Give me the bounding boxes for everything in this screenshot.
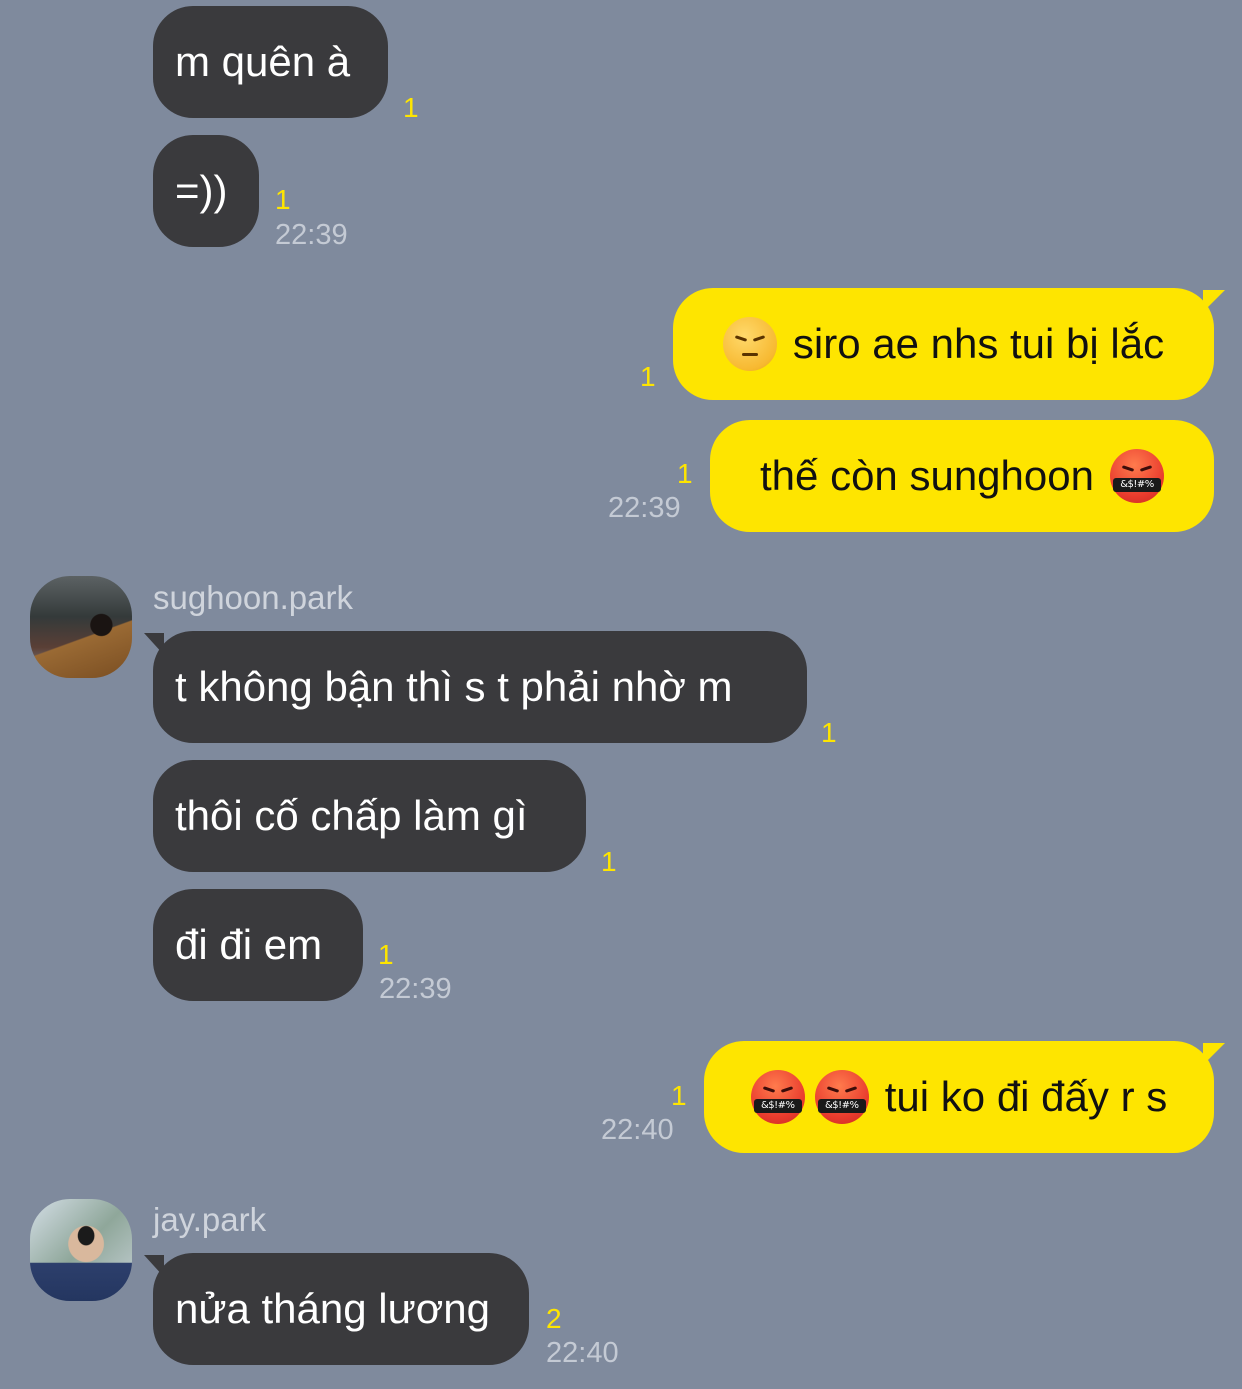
unread-count: 1 [403, 92, 419, 123]
message-bubble[interactable]: m quên à [153, 6, 388, 118]
message-bubble[interactable]: nửa tháng lương [153, 1253, 529, 1365]
sender-name: sughoon.park [153, 579, 353, 616]
message-bubble[interactable]: thế còn sunghoon &$!#% [710, 420, 1214, 532]
message-time: 22:39 [275, 219, 348, 251]
message-text: m quên à [175, 38, 351, 85]
message-text: đi đi em [175, 921, 323, 968]
avatar[interactable] [30, 1199, 132, 1301]
message-bubble[interactable]: thôi cố chấp làm gì [153, 760, 586, 872]
message-bubble[interactable]: =)) [153, 135, 259, 247]
message-time: 22:39 [608, 492, 681, 524]
message-bubble[interactable]: siro ae nhs tui bị lắc [673, 288, 1214, 400]
unread-count: 1 [821, 717, 837, 748]
message-bubble[interactable]: đi đi em [153, 889, 363, 1001]
face-with-symbols-on-mouth-icon: &$!#% [814, 1070, 869, 1124]
message-text: siro ae nhs tui bị lắc [792, 320, 1165, 367]
unread-count: 1 [640, 361, 656, 392]
message-text: thôi cố chấp làm gì [175, 792, 528, 839]
message-text: thế còn sunghoon [760, 452, 1094, 499]
message-text: nửa tháng lương [175, 1285, 490, 1332]
unread-count: 1 [601, 846, 617, 877]
unread-count: 1 [378, 939, 394, 970]
sender-name: jay.park [153, 1201, 267, 1238]
message-bubble[interactable]: t không bận thì s t phải nhờ m [153, 631, 807, 743]
message-time: 22:40 [546, 1337, 619, 1369]
pensive-face-icon [722, 317, 777, 371]
message-text: =)) [175, 167, 228, 214]
message-text: t không bận thì s t phải nhờ m [175, 663, 733, 710]
bubble-tail [1203, 1043, 1225, 1065]
face-with-symbols-on-mouth-icon: &$!#% [1109, 449, 1164, 503]
face-with-symbols-on-mouth-icon: &$!#% [750, 1070, 805, 1124]
unread-count: 1 [677, 458, 693, 489]
message-bubble[interactable]: &$!#% &$!#% tui ko đi đấy r s [704, 1041, 1214, 1153]
bubble-tail [1203, 290, 1225, 312]
unread-count: 1 [671, 1080, 687, 1111]
message-time: 22:40 [601, 1114, 674, 1146]
message-text: tui ko đi đấy r s [884, 1073, 1168, 1120]
message-time: 22:39 [379, 973, 452, 1005]
unread-count: 2 [546, 1303, 562, 1334]
avatar[interactable] [30, 576, 132, 678]
unread-count: 1 [275, 184, 291, 215]
